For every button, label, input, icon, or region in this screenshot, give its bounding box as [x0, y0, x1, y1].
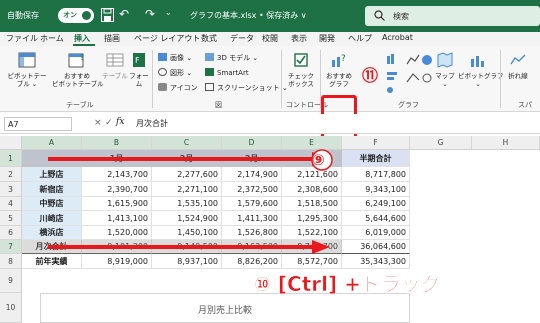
- insert-function-icon[interactable]: fx: [116, 117, 124, 127]
- tab-home[interactable]: ホーム: [40, 33, 64, 44]
- recommended-pivot-button[interactable]: ? おすすめ ピボットテーブル: [52, 52, 104, 88]
- forms-button[interactable]: F フォー ム: [128, 52, 150, 88]
- title-bar: 自動保存 オン ↶ ↷ ⌄ グラフの基本.xlsx • 保存済み ∨ 検索: [0, 0, 540, 32]
- pivot-chart-button[interactable]: ピボットグラフ ⌄: [458, 52, 504, 88]
- search-icon: [374, 10, 385, 21]
- tab-formulas[interactable]: 数式: [201, 33, 217, 44]
- pivot-chart-icon: [471, 56, 484, 67]
- forms-icon: F: [133, 53, 145, 67]
- icons-icon: [158, 83, 167, 91]
- pivot-table-button[interactable]: ピボットテー ブル ⌄: [4, 52, 50, 88]
- 3d-models-label: 3D モデル ⌄: [217, 54, 259, 62]
- screenshot-button[interactable]: スクリーンショット ⌄: [205, 83, 288, 93]
- table-icon: [106, 53, 124, 67]
- ribbon: ピボットテー ブル ⌄ ? おすすめ ピボットテーブル テーブル F フォー ム…: [0, 46, 540, 145]
- image-label: 画像 ⌄: [170, 54, 193, 62]
- map-icon: [437, 52, 453, 68]
- instruction-ctrl-drag: ⑩ [Ctrl] +ドラッグ: [254, 272, 441, 297]
- screenshot-label: スクリーンショット ⌄: [217, 84, 288, 92]
- file-name[interactable]: グラフの基本.xlsx • 保存済み ∨: [190, 10, 307, 21]
- recommended-charts-label: おすすめ グラフ: [326, 72, 352, 88]
- tab-file[interactable]: ファイル: [6, 33, 38, 44]
- forms-label: フォー ム: [129, 72, 149, 88]
- chart-gallery-icons[interactable]: [385, 52, 435, 96]
- pivot-table-label: ピボットテー ブル ⌄: [7, 72, 47, 88]
- step-9-label: ⑨: [312, 151, 325, 169]
- tab-page-layout[interactable]: ページ レイアウト: [134, 33, 200, 44]
- pivot-table-icon: [18, 52, 36, 68]
- formula-input[interactable]: 月次合計: [136, 118, 168, 129]
- tab-insert[interactable]: 挿入: [74, 33, 90, 44]
- svg-text:?: ?: [341, 54, 346, 64]
- smartart-icon: [205, 68, 214, 76]
- shapes-button[interactable]: 図形 ⌄: [158, 68, 192, 78]
- image-button[interactable]: 画像 ⌄: [158, 53, 192, 63]
- ribbon-tabs: ファイル ホーム 挿入 描画 ページ レイアウト 数式 データ 校閲 表示 開発…: [0, 32, 540, 46]
- tab-draw[interactable]: 描画: [104, 33, 120, 44]
- redo-icon[interactable]: ↷: [145, 7, 155, 21]
- maps-label: マップ ⌄: [435, 72, 455, 88]
- checkbox-button[interactable]: チェック ボックス: [283, 52, 319, 88]
- icons-button[interactable]: アイコン: [158, 83, 198, 93]
- 3d-models-button[interactable]: 3D モデル ⌄: [205, 53, 258, 63]
- step-11-badge: ⑪: [362, 66, 379, 85]
- name-box[interactable]: A7: [4, 117, 72, 131]
- cancel-icon[interactable]: ×: [94, 118, 102, 128]
- drag-arrow-row7: [48, 240, 330, 254]
- image-icon: [158, 53, 167, 61]
- autosave-state: オン: [63, 11, 77, 19]
- shapes-label: 図形 ⌄: [170, 69, 193, 77]
- search-label: 検索: [393, 12, 409, 21]
- pivot-chart-label: ピボットグラフ ⌄: [458, 72, 504, 88]
- group-table-label: テーブル: [66, 101, 94, 109]
- maps-button[interactable]: マップ ⌄: [432, 52, 458, 88]
- tab-data[interactable]: データ: [230, 33, 254, 44]
- shapes-icon: [158, 68, 167, 76]
- recommended-chart-icon: ?: [332, 54, 346, 67]
- line-sparkline-label: 折れ線: [508, 72, 528, 80]
- checkbox-icon: [294, 53, 308, 67]
- formula-bar: A7 × ✓ fx 月次合計: [0, 114, 540, 134]
- undo-icon[interactable]: ↶: [119, 7, 129, 21]
- autosave-label: 自動保存: [7, 11, 39, 20]
- recommended-pivot-label: おすすめ ピボットテーブル: [52, 72, 104, 88]
- smartart-button[interactable]: SmartArt: [205, 68, 249, 77]
- tab-acrobat[interactable]: Acrobat: [382, 33, 413, 42]
- group-figure-label: 図: [215, 101, 222, 109]
- group-divider: [500, 50, 501, 108]
- svg-text:F: F: [135, 56, 140, 65]
- tab-help[interactable]: ヘルプ: [348, 33, 372, 44]
- smartart-label: SmartArt: [217, 69, 249, 77]
- cube-icon: [205, 53, 214, 61]
- customize-icon[interactable]: ⌄: [165, 8, 172, 17]
- checkbox-label: チェック ボックス: [288, 72, 314, 88]
- group-chart-label: グラフ: [398, 101, 419, 109]
- line-sparkline-button[interactable]: 折れ線: [503, 52, 533, 80]
- recommended-charts-button[interactable]: ? おすすめ グラフ: [322, 52, 356, 88]
- line-sparkline-icon: [510, 54, 526, 65]
- recommended-pivot-icon: ?: [68, 53, 84, 68]
- save-icon[interactable]: [101, 8, 114, 22]
- search-box[interactable]: 検索: [365, 6, 540, 26]
- table-label: テーブル: [102, 72, 128, 80]
- table-button[interactable]: テーブル: [100, 52, 130, 80]
- group-sparkline-label: スパ: [518, 101, 532, 109]
- svg-text:?: ?: [80, 53, 84, 62]
- group-divider: [152, 50, 153, 108]
- name-box-value: A7: [8, 120, 19, 129]
- tab-review[interactable]: 校閲: [262, 33, 278, 44]
- screenshot-icon: [205, 83, 214, 91]
- tab-view[interactable]: 表示: [291, 33, 307, 44]
- toggle-knob: [82, 11, 91, 20]
- autosave-toggle[interactable]: オン: [58, 8, 94, 23]
- tab-developer[interactable]: 開発: [319, 33, 335, 44]
- drag-arrow-row1: [48, 152, 330, 166]
- enter-icon[interactable]: ✓: [105, 118, 113, 128]
- group-divider: [281, 50, 282, 108]
- icons-label: アイコン: [170, 84, 198, 92]
